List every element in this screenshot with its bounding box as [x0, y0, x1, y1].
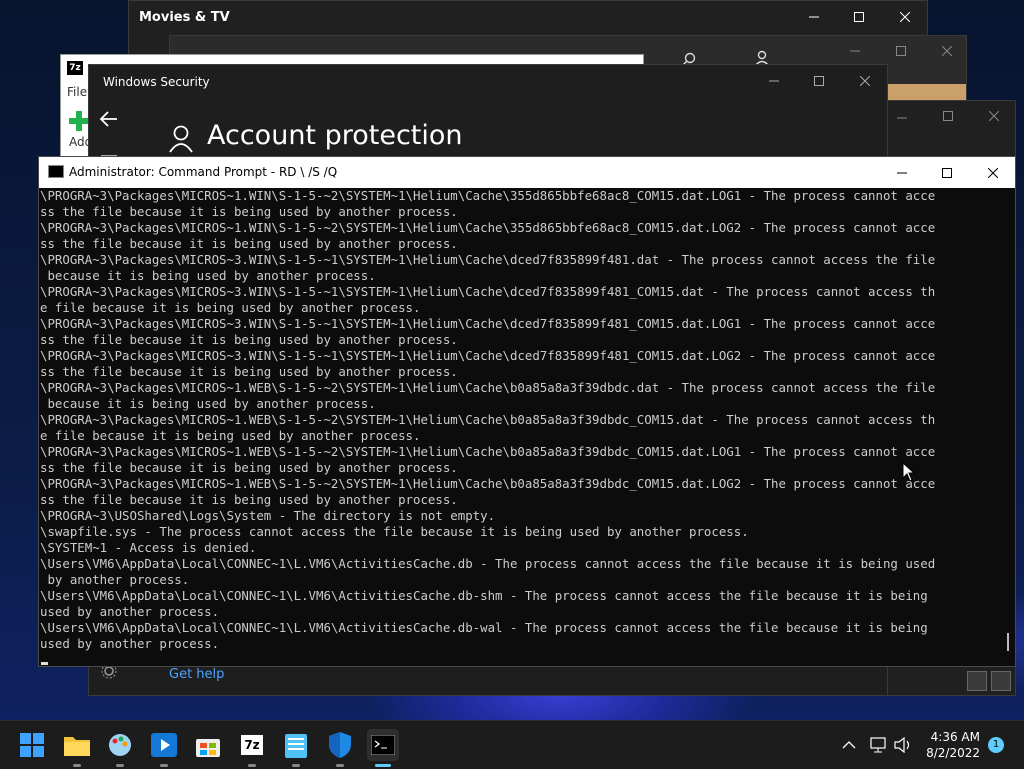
console-line: \Users\VM6\AppData\Local\CONNEC~1\L.VM6\…	[40, 620, 928, 635]
sevenzip-app-icon: 7z	[67, 61, 83, 75]
minimize-icon	[897, 172, 907, 174]
terminal-icon	[371, 735, 395, 755]
movies-tv-title: Movies & TV	[139, 10, 230, 25]
store-bag-icon	[196, 739, 220, 757]
maximize-icon	[943, 111, 953, 121]
console-line: ss the file because it is being used by …	[40, 492, 458, 507]
console-line: \PROGRA~3\Packages\MICROS~3.WIN\S-1-5-~1…	[40, 252, 936, 267]
taskbar-paint[interactable]	[104, 729, 136, 767]
minimize-button[interactable]	[751, 65, 797, 97]
console-line: used by another process.	[40, 604, 220, 619]
clock-date: 8/2/2022	[926, 746, 980, 760]
close-icon	[900, 12, 910, 22]
taskbar-media-player[interactable]	[148, 729, 180, 767]
console-line: \PROGRA~3\USOShared\Logs\System - The di…	[40, 508, 496, 523]
console-line: \PROGRA~3\Packages\MICROS~1.WEB\S-1-5-~2…	[40, 380, 936, 395]
add-icon	[69, 111, 89, 131]
clock-time: 4:36 AM	[930, 730, 980, 744]
back-arrow-icon[interactable]	[97, 107, 121, 131]
list-view-icon[interactable]	[967, 671, 987, 691]
mouse-pointer-icon	[902, 462, 916, 482]
console-line: \Users\VM6\AppData\Local\CONNEC~1\L.VM6\…	[40, 556, 936, 571]
page-title: Account protection	[207, 120, 463, 151]
close-icon	[988, 168, 998, 178]
console-line: because it is being used by another proc…	[40, 396, 376, 411]
console-line: \PROGRA~3\Packages\MICROS~3.WIN\S-1-5-~1…	[40, 316, 936, 331]
volume-icon[interactable]	[894, 737, 912, 753]
chevron-up-icon[interactable]	[842, 740, 856, 750]
minimize-icon	[897, 117, 907, 119]
console-line: \SYSTEM~1 - Access is denied.	[40, 540, 257, 555]
maximize-icon	[814, 76, 824, 86]
minimize-button[interactable]	[879, 157, 925, 189]
scrollbar-thumb[interactable]	[1007, 633, 1009, 651]
cmd-app-icon	[48, 165, 64, 178]
taskbar-7zip[interactable]: 7z	[236, 729, 268, 767]
maximize-icon	[896, 46, 906, 56]
console-line: ss the file because it is being used by …	[40, 332, 458, 347]
console-line: e file because it is being used by anoth…	[40, 428, 421, 443]
close-button[interactable]	[882, 1, 928, 33]
system-tray	[842, 721, 912, 769]
minimize-button[interactable]	[791, 1, 837, 33]
taskbar-notepad[interactable]	[280, 729, 312, 767]
console-line: \PROGRA~3\Packages\MICROS~1.WIN\S-1-5-~2…	[40, 188, 936, 203]
shield-icon	[329, 732, 351, 758]
console-line: ss the file because it is being used by …	[40, 460, 458, 475]
maximize-icon	[854, 12, 864, 22]
maximize-icon	[942, 168, 952, 178]
console-line: \PROGRA~3\Packages\MICROS~3.WIN\S-1-5-~1…	[40, 284, 936, 299]
close-button[interactable]	[842, 65, 888, 97]
command-prompt-window[interactable]: Administrator: Command Prompt - RD \ /S …	[38, 156, 1016, 667]
maximize-button[interactable]	[796, 65, 842, 97]
notepad-icon	[285, 734, 307, 758]
person-icon	[169, 125, 193, 153]
console-line: ss the file because it is being used by …	[40, 204, 458, 219]
console-line: ss the file because it is being used by …	[40, 364, 458, 379]
console-line: used by another process.	[40, 636, 220, 651]
maximize-button[interactable]	[924, 157, 970, 189]
close-button[interactable]	[970, 157, 1016, 189]
text-cursor	[41, 662, 48, 665]
sevenzip-icon: 7z	[241, 735, 263, 755]
console-line: \PROGRA~3\Packages\MICROS~3.WIN\S-1-5-~1…	[40, 348, 936, 363]
console-line: \PROGRA~3\Packages\MICROS~1.WIN\S-1-5-~2…	[40, 220, 936, 235]
taskbar-clock[interactable]: 4:36 AM 8/2/2022	[926, 729, 980, 761]
console-line: \Users\VM6\AppData\Local\CONNEC~1\L.VM6\…	[40, 588, 928, 603]
console-output[interactable]: \PROGRA~3\Packages\MICROS~1.WIN\S-1-5-~2…	[40, 188, 1000, 666]
taskbar-windows-security[interactable]	[324, 729, 356, 767]
folder-icon	[64, 737, 90, 756]
minimize-icon	[850, 50, 860, 52]
close-icon	[989, 111, 999, 121]
taskbar: 7z 4:36 AM 8/2/2022 1	[0, 720, 1024, 769]
taskbar-store[interactable]	[192, 729, 224, 761]
get-help-link[interactable]: Get help	[169, 667, 224, 682]
console-line: \PROGRA~3\Packages\MICROS~1.WEB\S-1-5-~2…	[40, 444, 936, 459]
taskbar-file-explorer[interactable]	[61, 729, 93, 767]
tile-view-icon[interactable]	[991, 671, 1011, 691]
minimize-icon	[769, 80, 779, 82]
network-icon[interactable]	[870, 737, 888, 753]
console-line: \PROGRA~3\Packages\MICROS~1.WEB\S-1-5-~2…	[40, 476, 936, 491]
start-button[interactable]	[16, 729, 48, 761]
console-line: \PROGRA~3\Packages\MICROS~1.WEB\S-1-5-~2…	[40, 412, 936, 427]
notification-badge[interactable]: 1	[988, 737, 1004, 753]
taskbar-command-prompt[interactable]	[367, 729, 399, 767]
cmd-title: Administrator: Command Prompt - RD \ /S …	[69, 165, 338, 179]
cmd-titlebar[interactable]: Administrator: Command Prompt - RD \ /S …	[39, 157, 1015, 188]
paint-palette-icon	[109, 734, 131, 756]
console-line: because it is being used by another proc…	[40, 268, 376, 283]
windows-logo-icon	[20, 733, 44, 757]
maximize-button[interactable]	[836, 1, 882, 33]
play-icon	[151, 733, 177, 757]
close-icon	[942, 46, 952, 56]
close-icon	[860, 76, 870, 86]
windows-security-title: Windows Security	[103, 75, 210, 89]
console-line: \swapfile.sys - The process cannot acces…	[40, 524, 749, 539]
minimize-icon	[809, 16, 819, 18]
console-line: by another process.	[40, 572, 190, 587]
console-line: e file because it is being used by anoth…	[40, 300, 421, 315]
console-line: ss the file because it is being used by …	[40, 236, 458, 251]
file-menu[interactable]: File	[67, 85, 87, 99]
